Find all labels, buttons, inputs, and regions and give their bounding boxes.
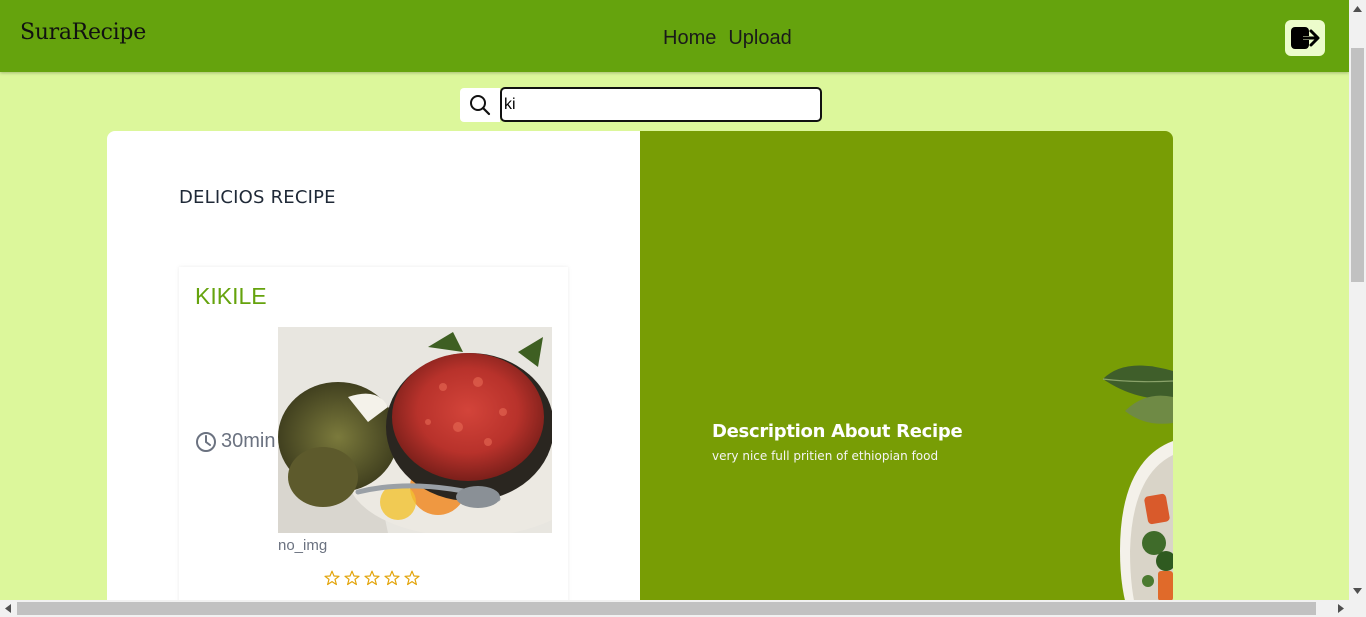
vertical-scrollbar-thumb[interactable] [1351, 48, 1364, 282]
recipe-name[interactable]: KIKILE [195, 283, 267, 310]
cook-time-value: 30min [221, 430, 276, 452]
description-pane: Description About Recipe very nice full … [640, 131, 1173, 617]
star-icon[interactable] [324, 570, 340, 586]
clock-icon [196, 431, 216, 452]
search-button[interactable] [460, 87, 500, 122]
star-icon[interactable] [404, 570, 420, 586]
search-icon [470, 94, 491, 115]
rating-stars[interactable] [324, 570, 420, 586]
recipe-card[interactable]: KIKILE 30min no_img [179, 267, 568, 617]
leaf-decoration-icon [1102, 365, 1173, 424]
horizontal-scrollbar-thumb[interactable] [17, 602, 1316, 615]
star-icon[interactable] [364, 570, 380, 586]
description-title: Description About Recipe [712, 421, 963, 442]
logout-button[interactable] [1285, 20, 1325, 56]
logout-icon [1291, 27, 1320, 49]
star-icon[interactable] [384, 570, 400, 586]
scroll-right-arrow-icon[interactable] [1338, 604, 1344, 613]
nav-link-home[interactable]: Home [663, 27, 716, 50]
recipe-image[interactable] [278, 327, 552, 533]
nav-links: Home Upload [663, 27, 792, 50]
search-input[interactable] [500, 87, 822, 122]
food-photo-icon [278, 327, 552, 533]
nav-link-upload[interactable]: Upload [728, 27, 791, 50]
search-bar [460, 87, 822, 122]
brand-logo[interactable]: SuraRecipe [20, 20, 146, 45]
cook-time: 30min [195, 430, 275, 453]
description-text: very nice full pritien of ethiopian food [712, 449, 939, 463]
scroll-up-arrow-icon[interactable] [1353, 6, 1362, 12]
section-title: DELICIOS RECIPE [179, 187, 336, 208]
scroll-left-arrow-icon[interactable] [5, 604, 11, 613]
recipe-list-pane: DELICIOS RECIPE KIKILE 30min no_img [107, 131, 640, 617]
scroll-down-arrow-icon[interactable] [1353, 588, 1362, 594]
star-icon[interactable] [344, 570, 360, 586]
image-caption: no_img [278, 537, 328, 554]
salad-bowl-icon [1120, 441, 1173, 617]
recipe-panel: DELICIOS RECIPE KIKILE 30min no_img Desc… [107, 131, 1173, 617]
navbar: SuraRecipe Home Upload [0, 0, 1349, 72]
